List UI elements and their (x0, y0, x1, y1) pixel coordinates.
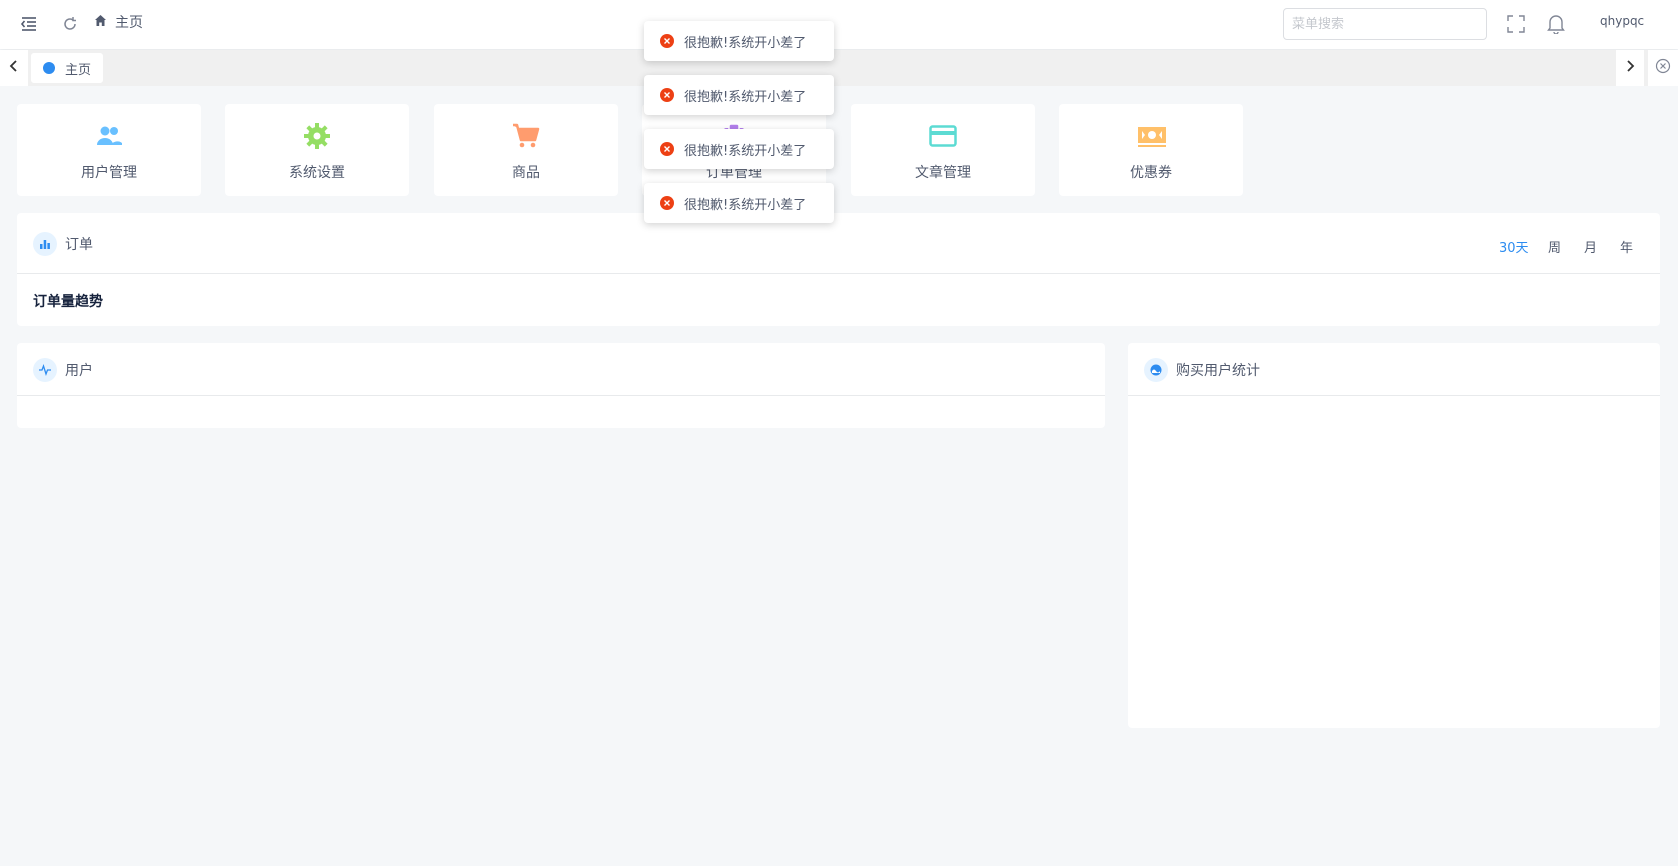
breadcrumb-current[interactable]: 主页 (115, 12, 143, 32)
fullscreen-icon[interactable] (1505, 13, 1527, 35)
quick-entry-label: 优惠券 (1130, 165, 1172, 181)
top-header: 主页 qhypqc (0, 0, 1678, 49)
breadcrumb: 主页 (94, 12, 143, 32)
orders-card: 订单 30天 周 月 年 订单量趋势 (17, 213, 1660, 326)
pulse-icon (33, 358, 57, 382)
close-circle-icon (1655, 58, 1671, 78)
tab-label: 主页 (65, 62, 92, 78)
active-tab-dot (43, 62, 55, 74)
error-circle-icon (660, 142, 674, 156)
range-week[interactable]: 周 (1548, 237, 1561, 256)
quick-entry-label: 文章管理 (915, 165, 971, 181)
users-card: 用户 (17, 343, 1105, 428)
refresh-icon[interactable] (59, 13, 81, 35)
quick-entry-products[interactable]: 商品 (434, 104, 618, 196)
cart-icon (512, 122, 540, 150)
range-month[interactable]: 月 (1584, 237, 1597, 256)
range-30-days[interactable]: 30天 (1499, 237, 1529, 256)
quick-entry-settings[interactable]: 系统设置 (225, 104, 409, 196)
quick-entry-articles[interactable]: 文章管理 (851, 104, 1035, 196)
quick-entry-users[interactable]: 用户管理 (17, 104, 201, 196)
quick-entry-coupons[interactable]: 优惠券 (1059, 104, 1243, 196)
username[interactable]: qhypqc (1600, 14, 1644, 28)
close-all-tabs-button[interactable] (1648, 50, 1678, 86)
orders-card-header: 订单 30天 周 月 年 (17, 213, 1660, 274)
buyers-card-header: 购买用户统计 (1128, 343, 1660, 396)
toast-message: 很抱歉!系统开小差了 (684, 197, 807, 213)
chevron-right-icon (1625, 59, 1635, 77)
home-icon[interactable] (94, 14, 107, 31)
order-trend-title: 订单量趋势 (33, 294, 103, 310)
menu-fold-icon[interactable] (18, 13, 40, 35)
chevron-left-icon (9, 59, 19, 77)
error-toast: 很抱歉!系统开小差了 (644, 75, 834, 115)
gear-icon (303, 122, 331, 150)
menu-search-input[interactable] (1283, 8, 1487, 40)
error-circle-icon (660, 88, 674, 102)
toast-message: 很抱歉!系统开小差了 (684, 89, 807, 105)
quick-entry-label: 系统设置 (289, 165, 345, 181)
range-year[interactable]: 年 (1620, 237, 1633, 256)
card-icon (929, 122, 957, 150)
tabs-bar: 主页 (0, 50, 1678, 86)
bell-icon[interactable] (1545, 13, 1567, 35)
buyers-card: 购买用户统计 (1128, 343, 1660, 728)
error-toast: 很抱歉!系统开小差了 (644, 183, 834, 223)
error-circle-icon (660, 196, 674, 210)
tabs-prev-button[interactable] (0, 50, 28, 86)
error-toast: 很抱歉!系统开小差了 (644, 21, 834, 61)
users-card-title: 用户 (65, 363, 93, 379)
users-icon (95, 122, 123, 150)
quick-entry-label: 用户管理 (81, 165, 137, 181)
error-toast: 很抱歉!系统开小差了 (644, 129, 834, 169)
users-card-header: 用户 (17, 343, 1105, 396)
error-circle-icon (660, 34, 674, 48)
bar-chart-icon (33, 232, 57, 256)
tab-home[interactable]: 主页 (31, 53, 103, 83)
toast-message: 很抱歉!系统开小差了 (684, 35, 807, 51)
orders-card-title: 订单 (65, 237, 93, 253)
buyers-card-title: 购买用户统计 (1176, 363, 1260, 379)
toast-message: 很抱歉!系统开小差了 (684, 143, 807, 159)
coupon-icon (1137, 122, 1166, 150)
pie-chart-icon (1144, 358, 1168, 382)
quick-entry-label: 商品 (512, 165, 540, 181)
tabs-next-button[interactable] (1616, 50, 1644, 86)
